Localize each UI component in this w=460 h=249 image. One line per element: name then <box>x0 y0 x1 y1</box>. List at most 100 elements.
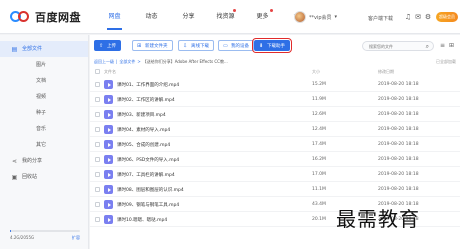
row-checkbox[interactable] <box>95 217 100 222</box>
top-bar: 百度网盘 网盘 动态 分享 找资源 更多 会员 **vip会员 ▾ 客户端下载 … <box>0 0 460 34</box>
row-checkbox[interactable] <box>95 82 100 87</box>
search-box[interactable]: ⌕ <box>362 41 434 51</box>
bell-icon[interactable]: ♫ <box>404 13 412 21</box>
nav-item-feed[interactable]: 动态 <box>133 0 170 34</box>
user-menu[interactable]: **vip会员 ▾ <box>294 11 337 23</box>
file-size: 17.4M <box>312 142 326 147</box>
file-name[interactable]: 课时04、素材的导入.mp4 <box>117 127 170 133</box>
row-checkbox[interactable] <box>95 142 100 147</box>
table-row[interactable]: 课时05、合成的创建.mp4 17.4M 2019-08-20 18:18 <box>90 137 460 152</box>
video-file-icon <box>104 140 113 149</box>
video-file-icon <box>104 155 113 164</box>
nav-item-share[interactable]: 分享 <box>170 0 207 34</box>
sidebar-item-all-files[interactable]: ▤ 全部文件 <box>0 41 88 57</box>
download-helper-button[interactable]: ⬇ 下载助手 <box>251 37 293 54</box>
file-name[interactable]: 课时07、工具栏的讲解.mp4 <box>117 172 175 178</box>
file-date: 2019-08-20 18:18 <box>378 187 419 192</box>
table-row[interactable]: 课时06、PSD文件的导入.mp4 16.2M 2019-08-20 18:18 <box>90 152 460 167</box>
file-name[interactable]: 课时03、新建项目.mp4 <box>117 112 166 118</box>
table-row[interactable]: 课时08、图层和图层的认识.mp4 11.1M 2019-08-20 18:18 <box>90 182 460 197</box>
watermark: 最需教育 <box>336 207 420 231</box>
button-label: 下载助手 <box>267 44 285 49</box>
sidebar-item-torrents[interactable]: 种子 <box>0 105 88 121</box>
expand-storage-link[interactable]: 扩容 <box>72 235 80 241</box>
settings-icon[interactable]: ⚙ <box>424 13 432 21</box>
table-row[interactable]: 课时04、素材的导入.mp4 12.4M 2019-08-20 18:18 <box>90 122 460 137</box>
download-icon: ⇩ <box>183 43 188 49</box>
app-logo[interactable]: 百度网盘 <box>10 9 81 25</box>
folder-plus-icon: ⊞ <box>137 43 142 49</box>
file-name[interactable]: 课时02、工作区的讲解.mp4 <box>117 97 175 103</box>
breadcrumb-separator: > <box>137 59 141 64</box>
file-size: 20.1M <box>312 217 326 222</box>
quota-text: 4.2G/2055G <box>10 235 35 240</box>
row-checkbox[interactable] <box>95 187 100 192</box>
sidebar-item-music[interactable]: 音乐 <box>0 121 88 137</box>
table-row[interactable]: 课时02、工作区的讲解.mp4 11.9M 2019-08-20 18:18 <box>90 92 460 107</box>
file-size: 16.2M <box>312 157 326 162</box>
table-row[interactable]: 课时03、新建项目.mp4 12.6M 2019-08-20 18:18 <box>90 107 460 122</box>
avatar[interactable] <box>294 11 306 23</box>
nav-item-find-resources[interactable]: 找资源 <box>207 0 244 34</box>
search-icon[interactable]: ⌕ <box>426 43 429 50</box>
file-name[interactable]: 课时05、合成的创建.mp4 <box>117 142 170 148</box>
offline-download-button[interactable]: ⇩ 离线下载 <box>178 40 214 51</box>
sidebar-item-recycle-bin[interactable]: ▣ 回收站 <box>0 169 88 185</box>
breadcrumb-back[interactable]: 返回上一级 <box>94 59 114 65</box>
file-date: 2019-08-20 18:18 <box>378 112 419 117</box>
upload-button[interactable]: ⇧ 上传 <box>94 40 121 51</box>
video-file-icon <box>104 110 113 119</box>
column-header-size[interactable]: 大小 <box>312 69 320 75</box>
grid-view-icon[interactable]: ⊞ <box>449 42 454 49</box>
share-icon: ⋖ <box>11 158 18 165</box>
file-name[interactable]: 课时10.嗯嗯、嗯哒.mp4 <box>117 217 167 223</box>
file-name[interactable]: 课时08、图层和图层的认识.mp4 <box>117 187 184 193</box>
table-row[interactable]: 课时01、工作界面的介绍.mp4 15.2M 2019-08-20 18:18 <box>90 77 460 92</box>
my-device-button[interactable]: ▭ 我的设备 <box>218 40 254 51</box>
button-label: 新建文件夹 <box>145 44 168 49</box>
sidebar-item-my-shares[interactable]: ⋖ 我的分享 <box>0 153 88 169</box>
row-checkbox[interactable] <box>95 127 100 132</box>
sidebar-item-docs[interactable]: 文档 <box>0 73 88 89</box>
storage-quota: 4.2G/2055G 扩容 <box>10 230 80 241</box>
vip-button[interactable]: 超级会员 <box>436 12 458 22</box>
sidebar-item-other[interactable]: 其它 <box>0 137 88 153</box>
file-name[interactable]: 课时06、PSD文件的导入.mp4 <box>117 157 179 163</box>
file-size: 12.6M <box>312 112 326 117</box>
sidebar-item-images[interactable]: 图片 <box>0 57 88 73</box>
column-header-date[interactable]: 修改日期 <box>378 69 394 75</box>
row-checkbox[interactable] <box>95 202 100 207</box>
nav-item-more[interactable]: 更多 <box>244 0 281 34</box>
breadcrumb-separator: | <box>116 59 118 64</box>
upload-icon: ⇧ <box>99 43 104 49</box>
username: **vip会员 <box>309 14 332 21</box>
file-size: 15.2M <box>312 82 326 87</box>
new-folder-button[interactable]: ⊞ 新建文件夹 <box>132 40 173 51</box>
main-nav: 网盘 动态 分享 找资源 更多 会员 <box>96 0 318 34</box>
file-size: 11.1M <box>312 187 326 192</box>
sidebar: ▤ 全部文件 图片 文档 视频 种子 音乐 其它 ⋖ 我的分享 ▣ 回收站 4.… <box>0 35 89 249</box>
trash-icon: ▣ <box>11 174 18 181</box>
select-all-checkbox[interactable] <box>95 69 100 74</box>
nav-item-netdisk[interactable]: 网盘 <box>96 0 133 34</box>
column-header-name[interactable]: 文件名 <box>104 69 116 75</box>
row-checkbox[interactable] <box>95 97 100 102</box>
row-checkbox[interactable] <box>95 157 100 162</box>
file-size: 17.0M <box>312 172 326 177</box>
breadcrumb-root[interactable]: 全部文件 <box>119 59 135 65</box>
file-name[interactable]: 课时01、工作界面的介绍.mp4 <box>117 82 179 88</box>
cloud-logo-icon <box>10 10 32 24</box>
mail-icon[interactable]: ✉ <box>414 13 422 21</box>
row-checkbox[interactable] <box>95 112 100 117</box>
search-input[interactable] <box>369 43 421 50</box>
row-checkbox[interactable] <box>95 172 100 177</box>
list-view-icon[interactable]: ≡ <box>440 42 445 49</box>
client-download-link[interactable]: 客户端下载 <box>368 15 393 22</box>
file-name[interactable]: 课时09、钢笔与钢笔工具.mp4 <box>117 202 179 208</box>
sidebar-item-label: 我的分享 <box>22 158 43 164</box>
button-label: 离线下载 <box>191 44 209 49</box>
table-row[interactable]: 课时07、工具栏的讲解.mp4 17.0M 2019-08-20 18:18 <box>90 167 460 182</box>
folder-icon: ▤ <box>11 46 18 53</box>
notification-dot <box>270 9 273 12</box>
sidebar-item-videos[interactable]: 视频 <box>0 89 88 105</box>
